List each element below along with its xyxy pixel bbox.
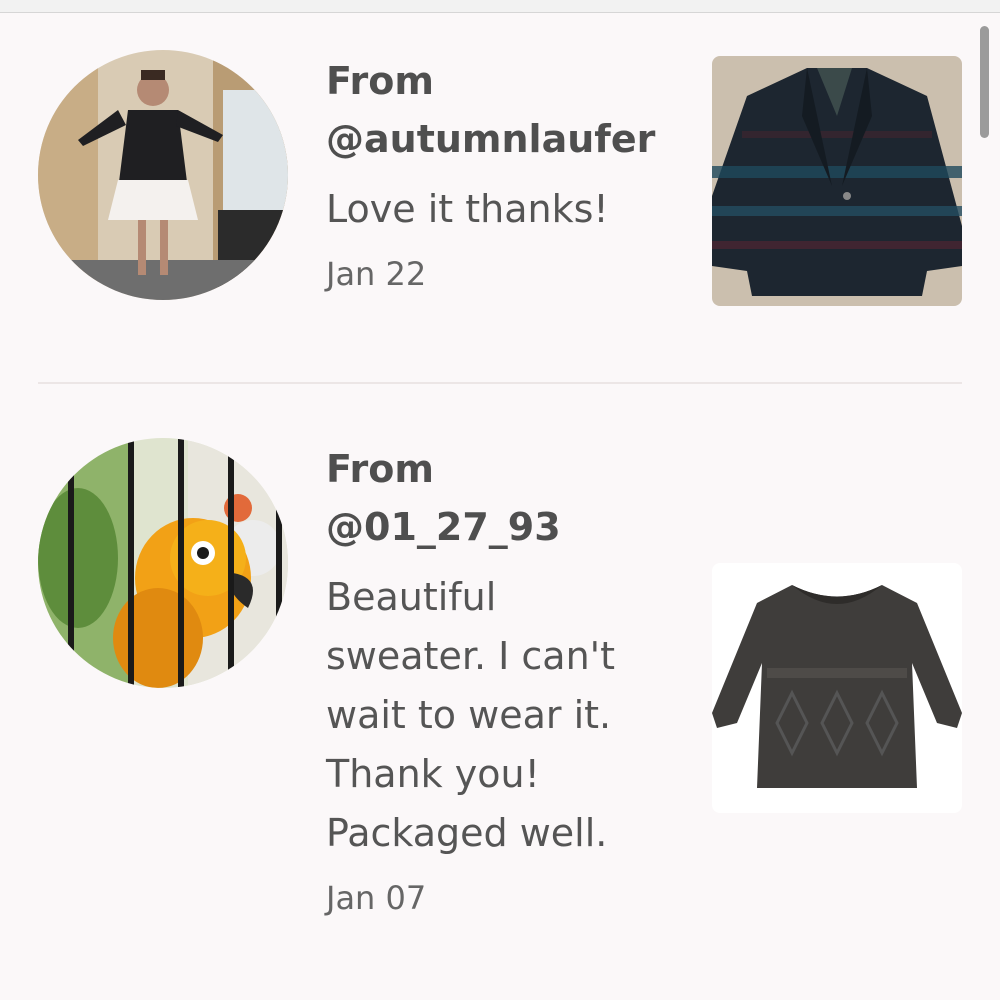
from-label: From	[326, 59, 434, 103]
review-item: From @01_27_93 Beautiful sweater. I can'…	[0, 386, 1000, 1000]
review-divider	[38, 382, 962, 384]
review-date: Jan 07	[326, 879, 427, 917]
blazer-image	[712, 56, 962, 306]
sweater-image	[712, 563, 962, 813]
review-content: From @01_27_93 Beautiful sweater. I can'…	[326, 440, 666, 923]
reviewer-username[interactable]: @01_27_93	[326, 498, 666, 556]
avatar-image	[38, 438, 288, 688]
from-label: From	[326, 447, 434, 491]
avatar-image	[38, 50, 288, 300]
reviewer-username[interactable]: @autumnlaufer	[326, 110, 666, 168]
review-item: From @autumnlaufer Love it thanks! Jan 2…	[0, 14, 1000, 384]
review-comment: Love it thanks!	[326, 187, 609, 231]
reviewer-avatar[interactable]	[38, 438, 288, 688]
review-content: From @autumnlaufer Love it thanks! Jan 2…	[326, 52, 666, 299]
item-thumbnail[interactable]	[712, 56, 962, 306]
review-date: Jan 22	[326, 255, 427, 293]
reviewer-avatar[interactable]	[38, 50, 288, 300]
review-comment: Beautiful sweater. I can't wait to wear …	[326, 575, 616, 855]
item-thumbnail[interactable]	[712, 563, 962, 813]
browser-top-bar	[0, 0, 1000, 13]
